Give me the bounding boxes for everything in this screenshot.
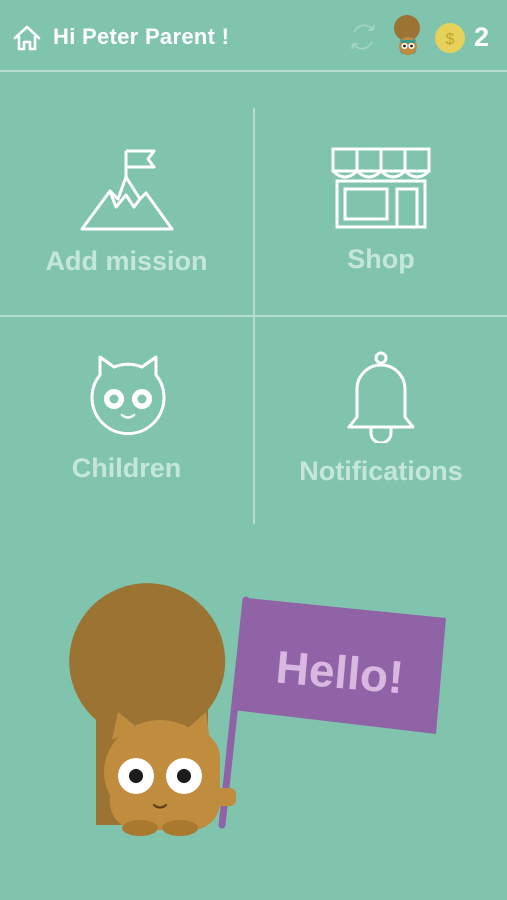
shop-button[interactable]: Shop (255, 72, 507, 315)
shop-label: Shop (347, 244, 415, 274)
header-bar: Hi Peter Parent ! $ 2 (0, 0, 507, 70)
home-icon[interactable] (12, 24, 42, 52)
notifications-button[interactable]: Notifications (255, 317, 507, 524)
bell-icon (347, 351, 415, 443)
squirrel-hello-illustration: Hello! (69, 583, 446, 836)
coin-count: 2 (474, 22, 490, 52)
owl-face-icon (90, 355, 166, 436)
storefront-icon (331, 147, 431, 229)
add-mission-button[interactable]: Add mission (0, 72, 253, 315)
notifications-label: Notifications (299, 456, 463, 486)
greeting-text: Hi Peter Parent ! (53, 24, 230, 49)
add-mission-label: Add mission (45, 246, 208, 276)
coin-icon: $ (435, 23, 465, 53)
children-label: Children (71, 453, 182, 483)
children-button[interactable]: Children (0, 317, 253, 524)
sync-icon[interactable] (346, 20, 380, 54)
flag-text: Hello! (274, 641, 406, 704)
svg-text:$: $ (446, 31, 455, 48)
mountain-flag-icon (80, 149, 174, 231)
avatar[interactable] (390, 14, 426, 60)
